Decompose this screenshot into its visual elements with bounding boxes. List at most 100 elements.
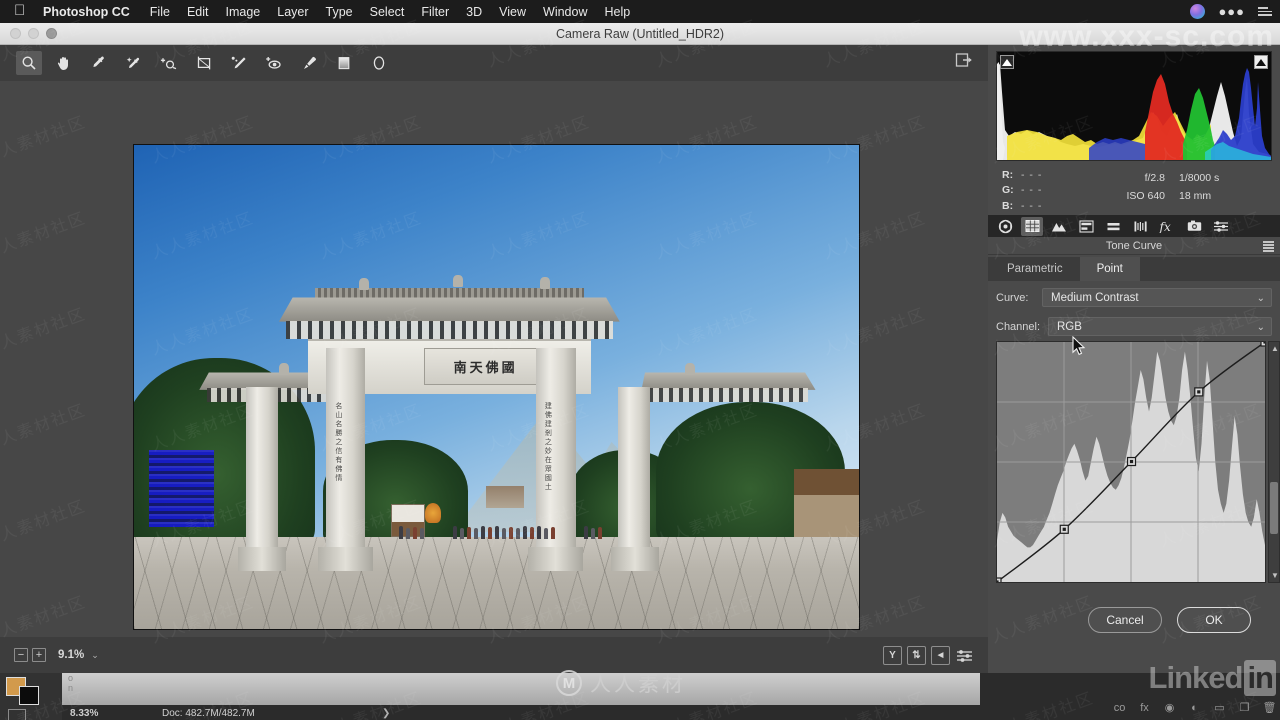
zoom-dropdown-caret-icon[interactable]: ⌄ [91, 650, 99, 661]
tab-effects[interactable]: fx [1156, 217, 1178, 236]
spot-removal-tool-icon[interactable] [226, 51, 252, 75]
layer-mask-icon[interactable]: ◉ [1163, 701, 1176, 714]
list-icon[interactable] [1258, 7, 1272, 16]
three-dots-icon[interactable]: ●●● [1218, 5, 1245, 18]
status-zoom-level[interactable]: 8.33% [62, 708, 162, 719]
preview-preferences-icon[interactable] [955, 646, 974, 665]
curve-control-point-0[interactable] [992, 577, 1002, 587]
raw-image-preview[interactable]: 南天佛國 名山名勝之信有佛情 建佛建剎之妙在眾國土 [133, 144, 860, 630]
readout-label-g: G: [1002, 184, 1014, 197]
tab-point[interactable]: Point [1079, 257, 1140, 281]
quick-mask-icon[interactable] [8, 709, 26, 720]
hand-tool-icon[interactable] [51, 51, 77, 75]
menu-item-layer[interactable]: Layer [277, 5, 308, 19]
menu-item-filter[interactable]: Filter [421, 5, 449, 19]
color-sampler-tool-icon[interactable] [121, 51, 147, 75]
menu-item-window[interactable]: Window [543, 5, 587, 19]
tab-presets[interactable] [1210, 217, 1232, 236]
minimize-button[interactable] [28, 28, 39, 39]
roof-finial-side-left [279, 362, 289, 375]
dialog-footer: Cancel OK [988, 585, 1280, 673]
link-layers-icon[interactable]: co [1113, 701, 1126, 714]
menu-item-image[interactable]: Image [226, 5, 261, 19]
image-readouts: R: - - - G: - - - B: - - - f/2.8 1/8000 … [996, 165, 1272, 213]
right-bracket-set [648, 387, 809, 403]
layer-style-icon[interactable]: fx [1138, 701, 1151, 714]
pillar-base-side-right [611, 546, 659, 571]
macos-menu-bar:  Photoshop CC File Edit Image Layer Typ… [0, 0, 1280, 23]
close-button[interactable] [10, 28, 21, 39]
adjustment-layer-icon[interactable]: ◐ [1188, 701, 1201, 714]
curve-preset-select[interactable]: Medium Contrast ⌄ [1042, 288, 1272, 307]
zoom-tool-icon[interactable] [16, 51, 42, 75]
zoom-in-button[interactable]: + [32, 648, 46, 662]
pillar-base-side-left [238, 546, 287, 571]
rgb-histogram[interactable] [996, 51, 1272, 161]
tone-curve-plot[interactable] [992, 337, 1270, 587]
new-group-icon[interactable]: ▭ [1213, 701, 1226, 714]
cancel-button[interactable]: Cancel [1088, 607, 1162, 633]
panel-scrollbar[interactable]: ▲ ▼ [1268, 341, 1280, 583]
fullscreen-toggle-icon[interactable] [954, 51, 974, 74]
tab-camera-calibration[interactable] [1183, 217, 1205, 236]
menu-item-photoshop[interactable]: Photoshop CC [43, 5, 130, 19]
radial-filter-tool-icon[interactable] [366, 51, 392, 75]
main-bracket-set [286, 321, 613, 339]
panel-menu-icon[interactable] [1263, 241, 1274, 252]
curve-control-point-3[interactable] [1194, 387, 1204, 397]
tab-parametric[interactable]: Parametric [990, 257, 1080, 281]
tab-detail[interactable] [1048, 217, 1070, 236]
menu-item-3d[interactable]: 3D [466, 5, 482, 19]
zoom-level-value: 9.1% [58, 649, 85, 661]
menu-item-file[interactable]: File [150, 5, 170, 19]
menu-item-type[interactable]: Type [326, 5, 353, 19]
tab-hsl-grayscale[interactable] [1075, 217, 1097, 236]
menu-item-view[interactable]: View [499, 5, 526, 19]
menu-item-help[interactable]: Help [605, 5, 631, 19]
ok-button[interactable]: OK [1177, 607, 1251, 633]
highlight-clipping-indicator[interactable] [1254, 55, 1268, 69]
status-expand-icon[interactable]: ❯ [382, 708, 390, 719]
red-eye-removal-tool-icon[interactable] [261, 51, 287, 75]
apple-logo-icon[interactable]:  [14, 3, 27, 19]
tab-lens-corrections[interactable] [1129, 217, 1151, 236]
tab-basic[interactable] [994, 217, 1016, 236]
graduated-filter-tool-icon[interactable] [331, 51, 357, 75]
status-document-size: Doc: 482.7M/482.7M [162, 707, 255, 719]
scrollbar-thumb[interactable] [1270, 482, 1278, 534]
zoom-out-button[interactable]: − [14, 648, 28, 662]
toggle-before-after-icon[interactable]: Y [883, 645, 902, 665]
adjustment-brush-tool-icon[interactable] [296, 51, 322, 75]
menu-item-edit[interactable]: Edit [187, 5, 209, 19]
scroll-down-arrow-icon[interactable]: ▼ [1271, 571, 1279, 580]
copy-current-settings-icon[interactable]: ◄ [931, 645, 950, 665]
window-title-bar: Camera Raw (Untitled_HDR2) [0, 23, 1280, 45]
image-preview-area[interactable]: 南天佛國 名山名勝之信有佛情 建佛建剎之妙在眾國土 [0, 81, 988, 637]
white-balance-eyedropper-icon[interactable] [86, 51, 112, 75]
zoom-button[interactable] [46, 28, 57, 39]
curve-control-point-2[interactable] [1126, 456, 1137, 467]
roof-finial-side-right [685, 362, 695, 375]
color-swatches[interactable] [6, 677, 40, 707]
exif-metadata[interactable]: f/2.8 1/8000 s ISO 640 18 mm [1091, 169, 1243, 205]
delete-layer-icon[interactable]: 🗑 [1263, 701, 1277, 714]
shadow-clipping-indicator[interactable] [1000, 55, 1014, 69]
new-layer-icon[interactable]: ❐ [1238, 701, 1251, 714]
swap-before-after-settings-icon[interactable]: ⇅ [907, 645, 926, 665]
background-color-swatch[interactable] [19, 686, 39, 705]
siri-icon[interactable] [1190, 4, 1206, 19]
center-pillar-left [326, 348, 366, 562]
tone-curve-graph[interactable] [992, 337, 1270, 587]
readout-label-b: B: [1002, 199, 1014, 212]
targeted-adjustment-tool-icon[interactable] [156, 51, 182, 75]
channel-select[interactable]: RGB ⌄ [1048, 317, 1272, 336]
tab-split-toning[interactable] [1102, 217, 1124, 236]
curve-control-point-1[interactable] [1059, 524, 1069, 534]
crop-tool-icon[interactable] [191, 51, 217, 75]
tab-tone-curve[interactable] [1021, 216, 1043, 236]
curve-control-point-4[interactable] [1260, 337, 1270, 347]
scroll-up-arrow-icon[interactable]: ▲ [1271, 344, 1279, 353]
pillar-inscription-left: 名山名勝之信有佛情 [334, 401, 343, 483]
menu-item-select[interactable]: Select [370, 5, 405, 19]
camera-raw-toolbar [0, 45, 988, 81]
